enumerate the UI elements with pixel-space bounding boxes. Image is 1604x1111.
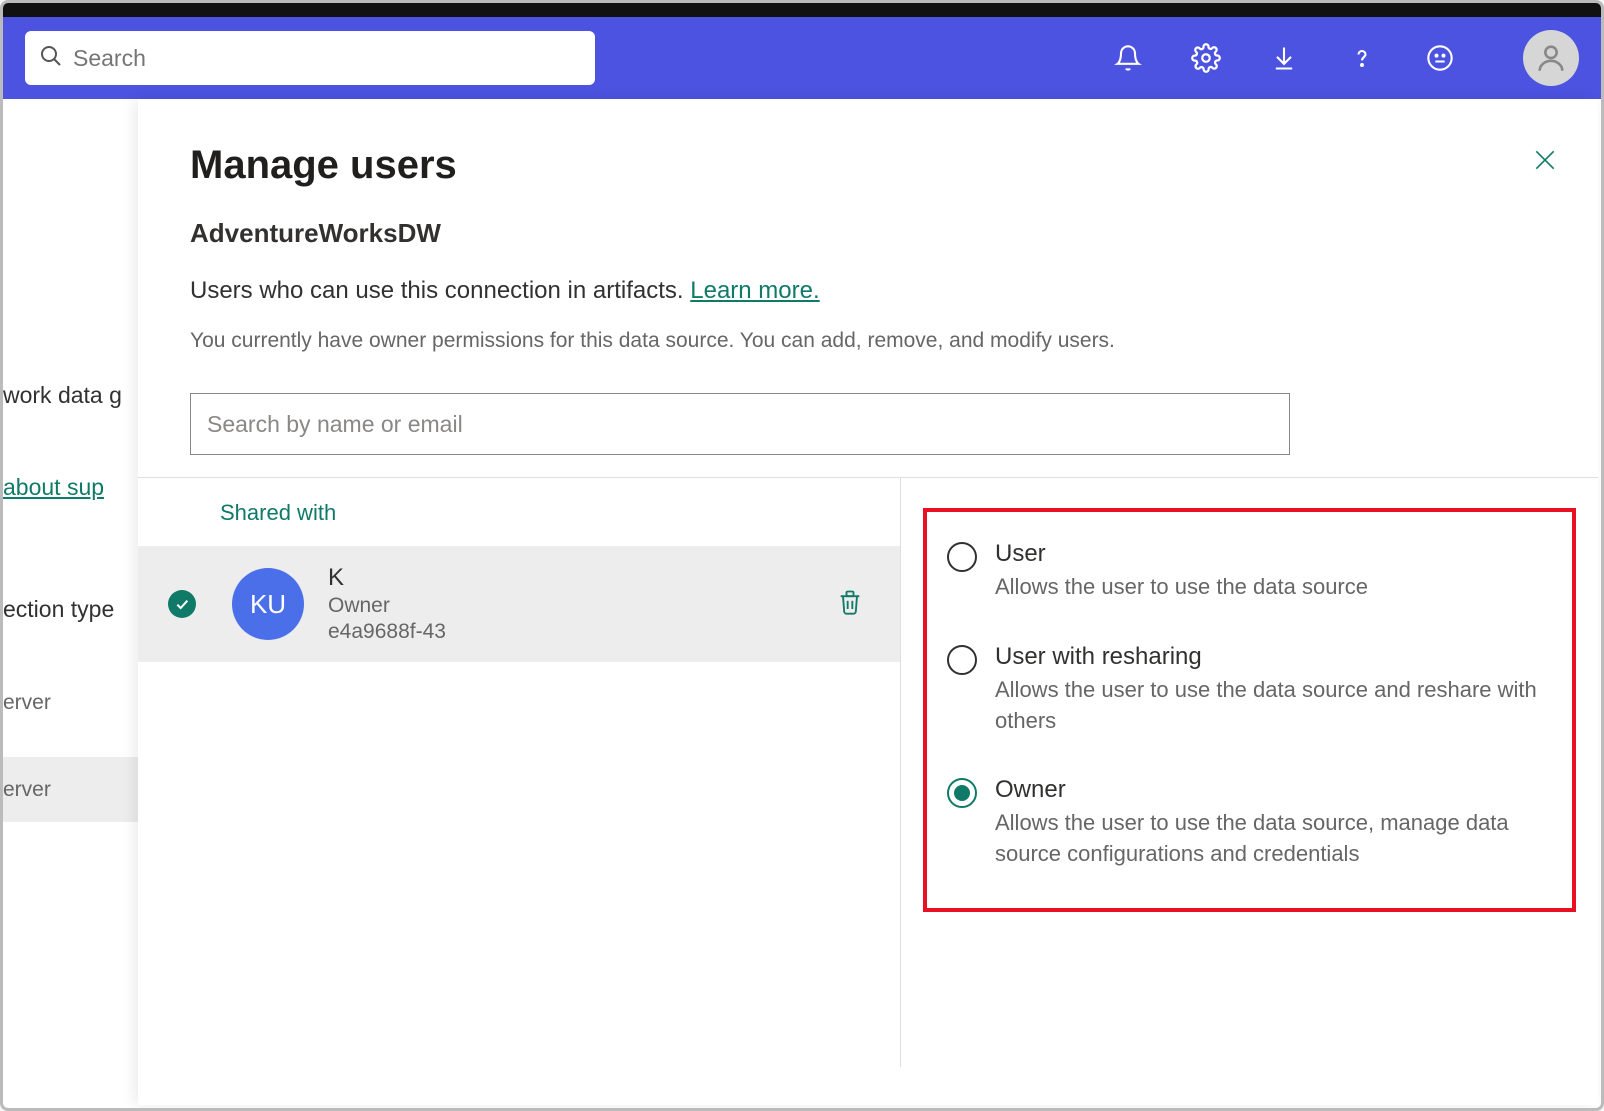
manage-users-panel: Manage users AdventureWorksDW Users who … [138,99,1598,1105]
bg-link[interactable]: about sup [3,471,143,503]
notifications-icon[interactable] [1113,43,1143,73]
shared-with-label: Shared with [138,478,900,546]
feedback-icon[interactable] [1425,43,1455,73]
user-initials-avatar: KU [232,568,304,640]
desc-text: Users who can use this connection in art… [190,277,690,304]
panel-description: Users who can use this connection in art… [190,277,1546,305]
selected-check-icon [168,590,196,618]
role-desc: Allows the user to use the data source, … [995,808,1552,870]
radio-icon[interactable] [947,542,977,572]
background-page: work data g about sup ection type erver … [3,99,143,1099]
radio-icon[interactable] [947,778,977,808]
role-desc: Allows the user to use the data source [995,572,1552,603]
user-search-input[interactable] [190,393,1290,455]
bg-text: ection type [3,593,143,625]
settings-icon[interactable] [1191,43,1221,73]
user-id: e4a9688f-43 [328,620,830,644]
bg-text: work data g [3,379,143,411]
search-icon [39,44,63,73]
bg-text: erver [3,757,143,822]
help-icon[interactable] [1347,43,1377,73]
radio-icon[interactable] [947,645,977,675]
permission-note: You currently have owner permissions for… [190,329,1546,353]
user-role: Owner [328,594,830,618]
role-highlight-box: User Allows the user to use the data sou… [923,508,1576,912]
role-selector: User Allows the user to use the data sou… [901,478,1598,1067]
role-title: User [995,540,1552,568]
connection-name: AdventureWorksDW [190,218,1546,249]
users-list: Shared with KU K Owner e4a9688f-43 [138,478,901,1067]
bg-text: erver [3,688,143,717]
role-option-owner[interactable]: Owner Allows the user to use the data so… [947,776,1552,870]
role-title: User with resharing [995,643,1552,671]
learn-more-link[interactable]: Learn more. [690,277,819,304]
app-header [3,17,1601,99]
download-icon[interactable] [1269,43,1299,73]
delete-user-button[interactable] [830,582,870,627]
user-row[interactable]: KU K Owner e4a9688f-43 [138,546,900,662]
panel-title: Manage users [190,143,1546,188]
role-desc: Allows the user to use the data source a… [995,675,1552,737]
close-button[interactable] [1532,147,1558,178]
global-search[interactable] [25,31,595,85]
global-search-input[interactable] [73,45,581,72]
role-option-user-resharing[interactable]: User with resharing Allows the user to u… [947,643,1552,737]
role-title: Owner [995,776,1552,804]
user-name: K [328,564,830,592]
user-search-container [190,393,1290,455]
role-option-user[interactable]: User Allows the user to use the data sou… [947,540,1552,603]
user-avatar-button[interactable] [1523,30,1579,86]
